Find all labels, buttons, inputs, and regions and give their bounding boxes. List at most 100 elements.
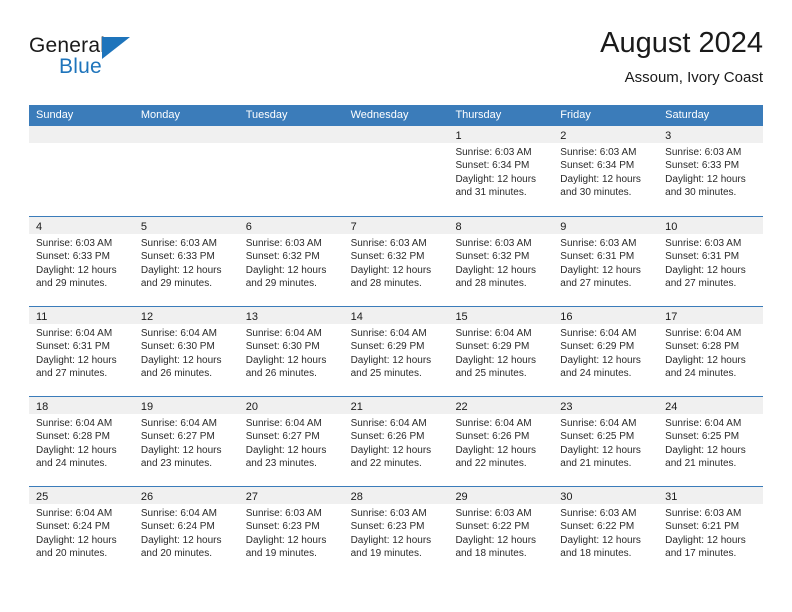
day-number-band: 1 (448, 126, 554, 143)
calendar-grid: Sunday Monday Tuesday Wednesday Thursday Frid… (29, 105, 764, 576)
daylight-text-line2: and 21 minutes. (560, 458, 632, 470)
week-row: 4 Sunrise: 6:03 AM Sunset: 6:33 PM Daylight… (29, 216, 764, 306)
day-number: 18 (36, 401, 49, 413)
daylight-text-line2: and 30 minutes. (560, 187, 632, 199)
day-number-band: 18 (29, 397, 134, 414)
weekday-header-tuesday: Tuesday (245, 109, 288, 121)
day-cell[interactable]: 31 Sunrise: 6:03 AM Sunset: 6:21 PM Dayligh… (658, 487, 764, 576)
day-number: 23 (560, 401, 573, 413)
day-number: 26 (140, 491, 154, 503)
daylight-text-line2: and 24 minutes. (36, 458, 108, 470)
day-number: 25 (36, 491, 49, 503)
daylight-text-line2: and 29 minutes. (36, 278, 108, 290)
daylight-text-line2: and 17 minutes. (665, 548, 737, 560)
day-sun-info: Sunrise: 6:04 AM Sunset: 6:24 PM Daylight:… (134, 504, 239, 561)
day-cell[interactable]: 30 Sunrise: 6:03 AM Sunset: 6:22 PM Dayligh… (553, 487, 659, 576)
day-sun-info: Sunrise: 6:03 AM Sunset: 6:33 PM Daylight:… (29, 234, 134, 291)
daylight-text-line1: Daylight: 12 hours (140, 534, 222, 546)
day-cell-empty (238, 126, 344, 216)
day-cell[interactable]: 24 Sunrise: 6:04 AM Sunset: 6:25 PM Dayligh… (658, 397, 764, 486)
day-cell[interactable]: 23 Sunrise: 6:04 AM Sunset: 6:25 PM Dayligh… (553, 397, 659, 486)
daylight-text-line1: Daylight: 12 hours (350, 264, 432, 276)
day-cell[interactable]: 26 Sunrise: 6:04 AM Sunset: 6:24 PM Dayligh… (133, 487, 239, 576)
day-cell-empty (343, 126, 449, 216)
day-number: 5 (140, 221, 147, 233)
daylight-text-line2: and 18 minutes. (455, 548, 527, 560)
daylight-text-line1: Daylight: 12 hours (36, 354, 117, 366)
day-cell[interactable]: 22 Sunrise: 6:04 AM Sunset: 6:26 PM Dayligh… (448, 397, 554, 486)
day-cell[interactable]: 14 Sunrise: 6:04 AM Sunset: 6:29 PM Dayligh… (343, 307, 449, 396)
day-sun-info: Sunrise: 6:03 AM Sunset: 6:22 PM Daylight:… (448, 504, 553, 561)
day-cell[interactable]: 12 Sunrise: 6:04 AM Sunset: 6:30 PM Dayligh… (133, 307, 239, 396)
day-cell[interactable]: 6 Sunrise: 6:03 AM Sunset: 6:32 PM Daylight… (238, 217, 344, 306)
day-number: 11 (36, 311, 48, 323)
day-cell[interactable]: 27 Sunrise: 6:03 AM Sunset: 6:23 PM Dayligh… (238, 487, 344, 576)
sunrise-text: Sunrise: 6:03 AM (665, 238, 742, 249)
day-cell[interactable]: 8 Sunrise: 6:03 AM Sunset: 6:32 PM Daylight… (448, 217, 554, 306)
day-cell[interactable]: 20 Sunrise: 6:04 AM Sunset: 6:27 PM Dayligh… (238, 397, 344, 486)
day-sun-info: Sunrise: 6:04 AM Sunset: 6:27 PM Daylight:… (134, 414, 239, 471)
day-cell-empty (133, 126, 239, 216)
daylight-text-line1: Daylight: 12 hours (560, 534, 641, 546)
day-cell[interactable]: 17 Sunrise: 6:04 AM Sunset: 6:28 PM Dayligh… (658, 307, 764, 396)
sunset-text: Sunset: 6:31 PM (560, 251, 635, 263)
daylight-text-line2: and 20 minutes. (36, 548, 108, 560)
day-number-band: 8 (448, 217, 554, 234)
sunrise-text: Sunrise: 6:04 AM (350, 328, 427, 339)
day-number-band: 27 (238, 487, 344, 504)
daylight-text-line1: Daylight: 12 hours (560, 444, 641, 456)
day-sun-info: Sunrise: 6:03 AM Sunset: 6:31 PM Daylight:… (658, 234, 763, 291)
day-number-band: 26 (133, 487, 239, 504)
day-number-band: 20 (238, 397, 344, 414)
day-cell[interactable]: 5 Sunrise: 6:03 AM Sunset: 6:33 PM Daylight… (133, 217, 239, 306)
day-cell[interactable]: 29 Sunrise: 6:03 AM Sunset: 6:22 PM Dayligh… (448, 487, 554, 576)
day-number: 28 (350, 491, 363, 503)
daylight-text-line1: Daylight: 12 hours (455, 173, 537, 185)
sunset-text: Sunset: 6:24 PM (140, 521, 215, 533)
day-number-band: 28 (343, 487, 449, 504)
sunset-text: Sunset: 6:29 PM (560, 341, 635, 353)
day-cell[interactable]: 21 Sunrise: 6:04 AM Sunset: 6:26 PM Dayligh… (343, 397, 449, 486)
daylight-text-line1: Daylight: 12 hours (560, 173, 641, 185)
day-cell[interactable]: 18 Sunrise: 6:04 AM Sunset: 6:28 PM Dayligh… (29, 397, 134, 486)
title-block: August 2024 Assoum, Ivory Coast (600, 26, 763, 88)
day-cell[interactable]: 7 Sunrise: 6:03 AM Sunset: 6:32 PM Daylight… (343, 217, 449, 306)
day-cell[interactable]: 28 Sunrise: 6:03 AM Sunset: 6:23 PM Dayligh… (343, 487, 449, 576)
day-number-band: 16 (553, 307, 659, 324)
day-number: 21 (350, 401, 363, 413)
daylight-text-line2: and 21 minutes. (665, 458, 737, 470)
sunset-text: Sunset: 6:31 PM (665, 251, 740, 263)
daylight-text-line2: and 18 minutes. (560, 548, 632, 560)
calendar-page: General Blue August 2024 Assoum, Ivory C… (0, 0, 792, 612)
sunrise-text: Sunrise: 6:04 AM (245, 418, 322, 429)
sunset-text: Sunset: 6:29 PM (350, 341, 425, 353)
sunset-text: Sunset: 6:29 PM (455, 341, 530, 353)
brand-logo[interactable]: General Blue (29, 34, 229, 86)
day-sun-info: Sunrise: 6:04 AM Sunset: 6:25 PM Daylight:… (658, 414, 763, 471)
sunset-text: Sunset: 6:28 PM (665, 341, 740, 353)
day-cell[interactable]: 1 Sunrise: 6:03 AM Sunset: 6:34 PM Daylight… (448, 126, 554, 216)
day-sun-info: Sunrise: 6:03 AM Sunset: 6:33 PM Daylight:… (134, 234, 239, 291)
sunrise-text: Sunrise: 6:04 AM (140, 328, 218, 339)
daylight-text-line2: and 26 minutes. (140, 368, 213, 380)
day-cell[interactable]: 4 Sunrise: 6:03 AM Sunset: 6:33 PM Daylight… (29, 217, 134, 306)
day-sun-info: Sunrise: 6:03 AM Sunset: 6:23 PM Daylight:… (239, 504, 344, 561)
day-cell[interactable]: 25 Sunrise: 6:04 AM Sunset: 6:24 PM Dayligh… (29, 487, 134, 576)
sunset-text: Sunset: 6:32 PM (350, 251, 425, 263)
day-cell[interactable]: 19 Sunrise: 6:04 AM Sunset: 6:27 PM Dayligh… (133, 397, 239, 486)
day-cell[interactable]: 3 Sunrise: 6:03 AM Sunset: 6:33 PM Daylight… (658, 126, 764, 216)
daylight-text-line2: and 29 minutes. (245, 278, 317, 290)
week-row: 1 Sunrise: 6:03 AM Sunset: 6:34 PM Daylight… (29, 126, 764, 216)
day-cell[interactable]: 16 Sunrise: 6:04 AM Sunset: 6:29 PM Dayligh… (553, 307, 659, 396)
sunrise-text: Sunrise: 6:03 AM (350, 238, 427, 249)
day-cell[interactable]: 10 Sunrise: 6:03 AM Sunset: 6:31 PM Dayligh… (658, 217, 764, 306)
day-cell[interactable]: 13 Sunrise: 6:04 AM Sunset: 6:30 PM Dayligh… (238, 307, 344, 396)
sunset-text: Sunset: 6:33 PM (36, 251, 110, 263)
sunrise-text: Sunrise: 6:03 AM (140, 238, 218, 249)
sunset-text: Sunset: 6:24 PM (36, 521, 110, 533)
day-cell[interactable]: 11 Sunrise: 6:04 AM Sunset: 6:31 PM Dayligh… (29, 307, 134, 396)
day-number-band: 14 (343, 307, 449, 324)
day-cell[interactable]: 9 Sunrise: 6:03 AM Sunset: 6:31 PM Daylight… (553, 217, 659, 306)
day-cell[interactable]: 15 Sunrise: 6:04 AM Sunset: 6:29 PM Dayligh… (448, 307, 554, 396)
day-cell[interactable]: 2 Sunrise: 6:03 AM Sunset: 6:34 PM Daylight… (553, 126, 659, 216)
